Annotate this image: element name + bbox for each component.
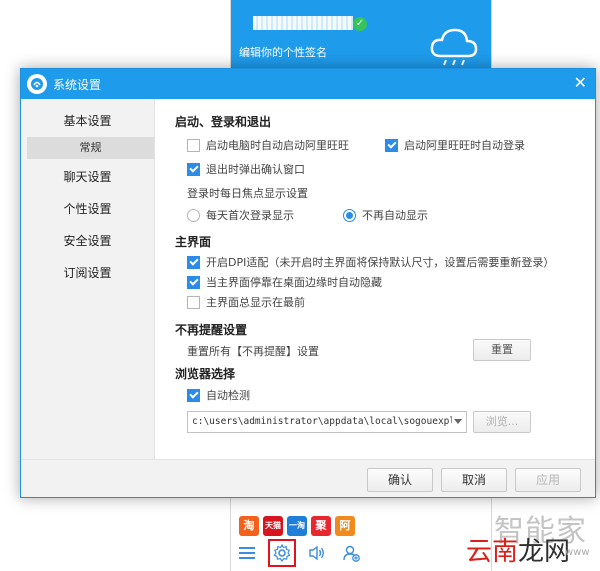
auto-hide-checkbox[interactable] xyxy=(187,275,200,289)
browser-path-select[interactable]: c:\users\administrator\appdata\local\sog… xyxy=(187,411,467,433)
radio-no-auto-label: 不再自动显示 xyxy=(362,209,428,222)
auto-login-label: 启动阿里旺旺时自动登录 xyxy=(404,139,525,152)
dialog-title: 系统设置 xyxy=(53,78,102,92)
menu-icon[interactable] xyxy=(237,542,257,564)
auto-hide-checkbox-row[interactable]: 当主界面停靠在桌面边缘时自动隐藏 xyxy=(187,274,382,290)
auto-start-checkbox[interactable] xyxy=(187,138,200,152)
nav-security-settings[interactable]: 安全设置 xyxy=(21,225,154,257)
confirm-button[interactable]: 确认 xyxy=(367,468,433,492)
apply-button[interactable]: 应用 xyxy=(515,468,581,492)
radio-first-login-row[interactable]: 每天首次登录显示 xyxy=(187,207,294,223)
nav-basic-settings[interactable]: 基本设置 xyxy=(21,105,154,137)
bottom-toolbar xyxy=(237,539,361,567)
auto-hide-label: 当主界面停靠在桌面边缘时自动隐藏 xyxy=(206,276,382,289)
reset-reminders-label: 重置所有【不再提醒】设置 xyxy=(187,345,319,358)
alibaba-icon[interactable]: 阿 xyxy=(335,516,355,536)
always-top-checkbox-row[interactable]: 主界面总显示在最前 xyxy=(187,294,305,310)
close-icon[interactable]: ✕ xyxy=(574,73,587,92)
nav-subscription-settings[interactable]: 订阅设置 xyxy=(21,257,154,289)
section-title-startup: 启动、登录和退出 xyxy=(175,115,272,129)
dialog-title-bar[interactable]: 系统设置 ✕ xyxy=(21,69,595,99)
settings-content: 启动、登录和退出 启动电脑时自动启动阿里旺旺 启动阿里旺旺时自动登录 退出时弹出… xyxy=(173,99,583,459)
section-title-browser: 浏览器选择 xyxy=(175,367,236,381)
watermark-red-text: 云南 xyxy=(466,537,519,567)
nav-general[interactable]: 常规 xyxy=(27,137,154,159)
app-shortcut-bar: 淘 天猫 一淘 聚 阿 xyxy=(239,516,355,536)
aliwangwang-logo-icon xyxy=(27,74,47,94)
yitao-icon[interactable]: 一淘 xyxy=(287,516,307,536)
focus-display-label: 登录时每日焦点显示设置 xyxy=(187,187,308,200)
nav-personal-settings[interactable]: 个性设置 xyxy=(21,193,154,225)
taobao-icon[interactable]: 淘 xyxy=(239,516,259,536)
dialog-footer: 确认 取消 应用 xyxy=(21,459,595,497)
radio-first-login[interactable] xyxy=(187,208,200,222)
reset-button[interactable]: 重置 xyxy=(473,339,531,361)
exit-confirm-checkbox-row[interactable]: 退出时弹出确认窗口 xyxy=(187,161,305,177)
auto-login-checkbox[interactable] xyxy=(385,138,398,152)
auto-detect-checkbox[interactable] xyxy=(187,388,200,402)
settings-sidebar: 基本设置 常规 聊天设置 个性设置 安全设置 订阅设置 xyxy=(21,99,155,459)
dpi-label: 开启DPI适配（未开启时主界面将保持默认尺寸，设置后需要重新登录） xyxy=(206,256,555,269)
auto-login-checkbox-row[interactable]: 启动阿里旺旺时自动登录 xyxy=(385,137,525,153)
radio-no-auto[interactable] xyxy=(343,208,356,222)
system-settings-dialog: 系统设置 ✕ 基本设置 常规 聊天设置 个性设置 安全设置 订阅设置 启动、登录… xyxy=(20,68,596,498)
weather-cloud-icon[interactable] xyxy=(429,24,479,68)
add-contact-icon[interactable] xyxy=(341,542,361,564)
auto-start-checkbox-row[interactable]: 启动电脑时自动启动阿里旺旺 xyxy=(187,137,349,153)
speaker-icon[interactable] xyxy=(307,542,327,564)
radio-first-login-label: 每天首次登录显示 xyxy=(206,209,294,222)
watermark-black-text: 龙网 xyxy=(518,537,571,567)
nav-chat-settings[interactable]: 聊天设置 xyxy=(21,161,154,193)
tmall-icon[interactable]: 天猫 xyxy=(263,516,283,536)
auto-detect-label: 自动检测 xyxy=(206,389,250,402)
auto-detect-checkbox-row[interactable]: 自动检测 xyxy=(187,387,250,403)
watermark-logo: 云南龙网 xyxy=(466,531,570,568)
cancel-button[interactable]: 取消 xyxy=(441,468,507,492)
section-title-reminders: 不再提醒设置 xyxy=(175,323,248,337)
browse-button[interactable]: 浏览... xyxy=(473,411,531,433)
blurred-username xyxy=(253,16,353,30)
always-top-label: 主界面总显示在最前 xyxy=(206,296,305,309)
juhuasuan-icon[interactable]: 聚 xyxy=(311,516,331,536)
browser-path-value: c:\users\administrator\appdata\local\sog… xyxy=(192,416,452,427)
watermark-url: www xyxy=(565,547,590,558)
auto-start-label: 启动电脑时自动启动阿里旺旺 xyxy=(206,139,349,152)
signature-text[interactable]: 编辑你的个性签名 xyxy=(239,44,327,60)
settings-gear-icon[interactable] xyxy=(268,539,296,567)
main-window-header: ✓ 编辑你的个性签名 xyxy=(231,0,491,72)
exit-confirm-checkbox[interactable] xyxy=(187,162,200,176)
chevron-down-icon[interactable] xyxy=(454,419,462,424)
section-title-main-ui: 主界面 xyxy=(175,235,212,249)
always-top-checkbox[interactable] xyxy=(187,295,200,309)
radio-no-auto-row[interactable]: 不再自动显示 xyxy=(343,207,428,223)
dpi-checkbox[interactable] xyxy=(187,255,200,269)
exit-confirm-label: 退出时弹出确认窗口 xyxy=(206,163,305,176)
verified-check-icon: ✓ xyxy=(353,17,367,31)
dpi-checkbox-row[interactable]: 开启DPI适配（未开启时主界面将保持默认尺寸，设置后需要重新登录） xyxy=(187,254,554,270)
